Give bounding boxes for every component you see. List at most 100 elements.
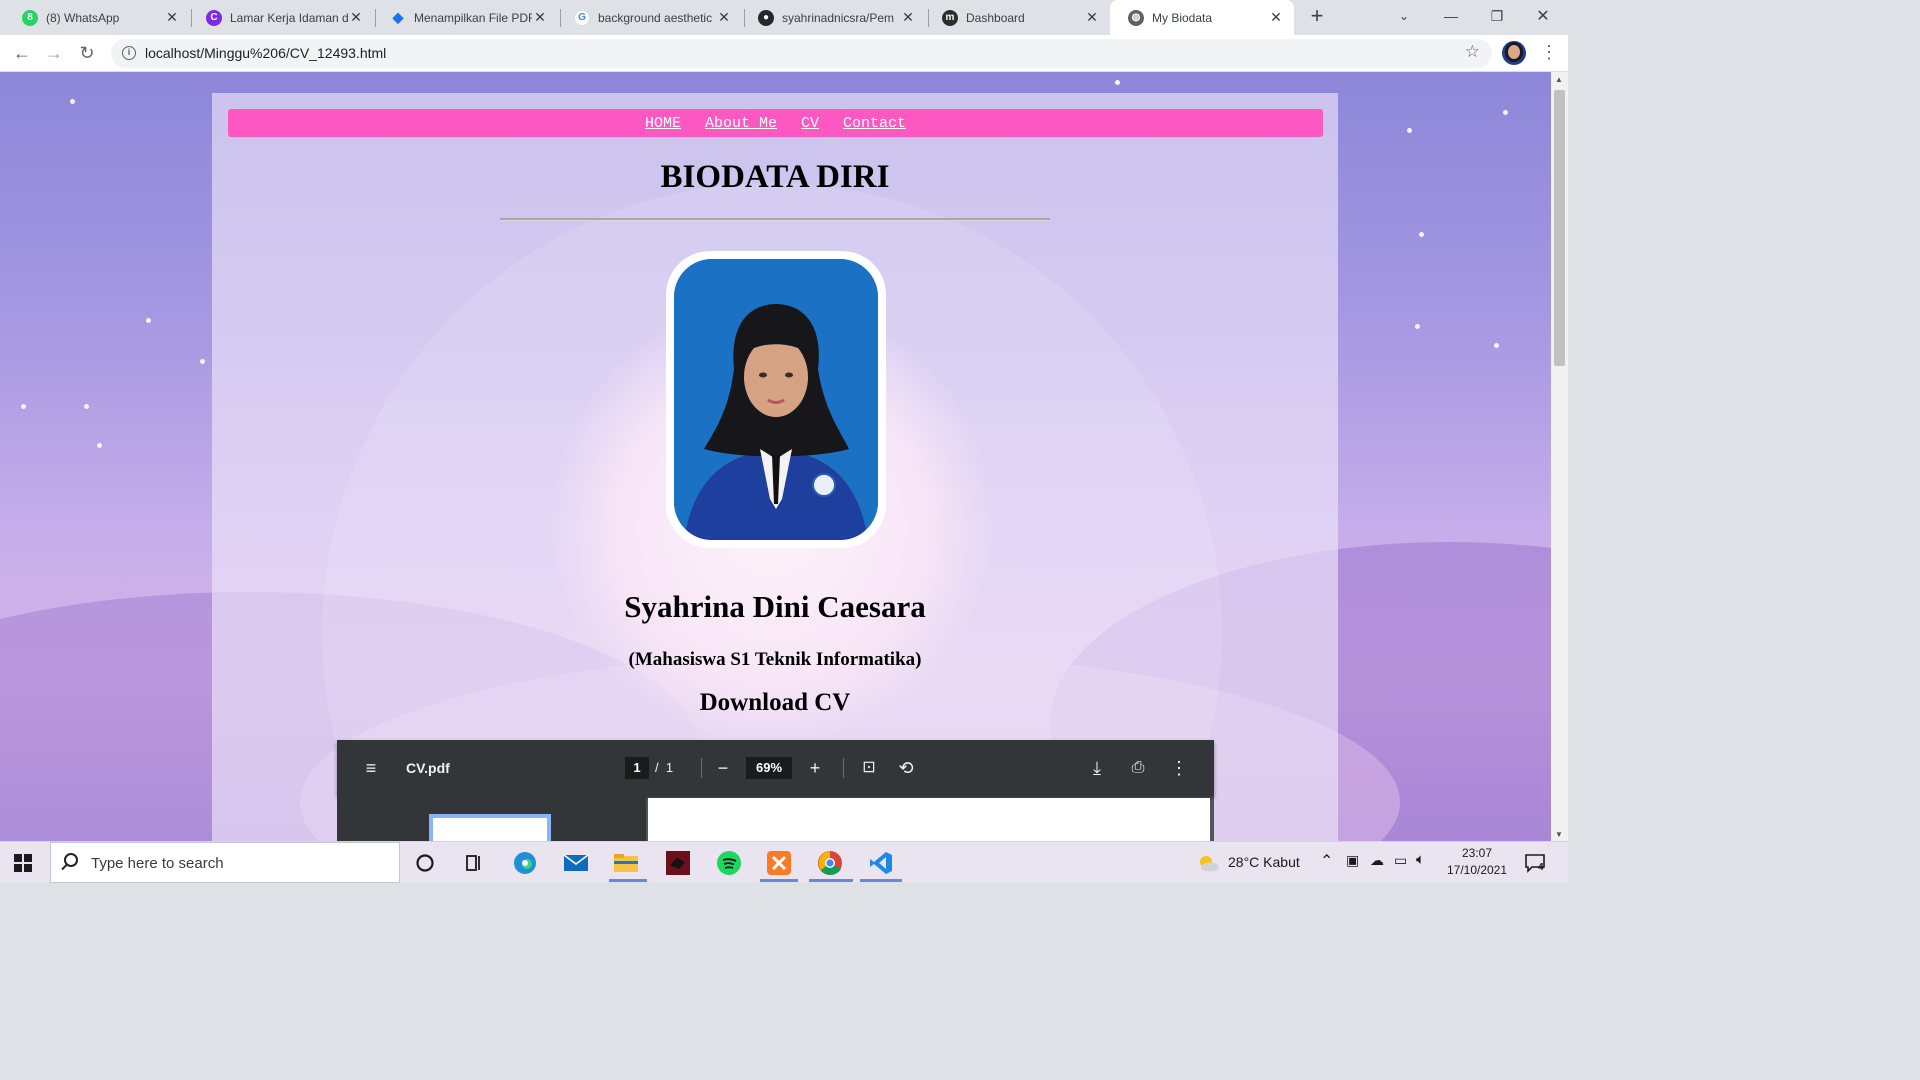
pdf-viewer: ≡ CV.pdf 1 / 1 − 69% + ⊡ ⟲ ⤓ ⎙ ⋮ [337, 740, 1214, 841]
window-close-icon[interactable]: ✕ [1520, 0, 1566, 35]
canva-icon: C [206, 9, 222, 26]
task-view-icon[interactable] [459, 848, 489, 878]
cortana-icon[interactable] [410, 848, 440, 878]
print-icon[interactable]: ⎙ [1126, 756, 1150, 780]
hamburger-menu-icon[interactable]: ≡ [359, 756, 383, 780]
vscode-icon[interactable] [866, 848, 896, 878]
scrollbar-thumb[interactable] [1554, 90, 1565, 366]
star [21, 404, 26, 409]
code-brackets-icon: ◆ [392, 9, 404, 25]
spotify-icon[interactable] [714, 848, 744, 878]
zoom-in-icon[interactable]: + [803, 756, 827, 780]
file-explorer-icon[interactable] [611, 848, 641, 878]
scroll-down-icon[interactable]: ▼ [1555, 830, 1563, 839]
nav-link-cv[interactable]: CV [801, 115, 819, 132]
tab-dashboard[interactable]: m Dashboard ✕ [924, 0, 1110, 35]
star [1407, 128, 1412, 133]
site-info-icon[interactable]: i [122, 46, 136, 60]
mail-icon[interactable] [561, 848, 591, 878]
notification-center-icon[interactable]: 4 [1520, 848, 1552, 878]
profile-avatar[interactable] [1502, 41, 1526, 65]
close-icon[interactable]: ✕ [1268, 9, 1284, 26]
download-icon[interactable]: ⤓ [1085, 756, 1109, 780]
url-text[interactable]: localhost/Minggu%206/CV_12493.html [145, 45, 386, 61]
minimize-icon[interactable]: — [1428, 0, 1474, 35]
pdf-thumbnail-sidebar [337, 796, 646, 841]
star [1419, 232, 1424, 237]
tab-title: syahrinadnicsra/Pem [782, 10, 895, 25]
page-scrollbar[interactable]: ▲ ▼ [1551, 72, 1568, 841]
forward-arrow-icon[interactable]: → [41, 41, 67, 67]
close-icon[interactable]: ✕ [164, 9, 180, 26]
globe-icon: ◍ [1128, 9, 1144, 26]
browser-menu-icon[interactable]: ⋮ [1540, 41, 1558, 65]
meet-now-icon[interactable]: ▣ [1346, 852, 1359, 869]
tab-title: My Biodata [1152, 10, 1213, 25]
close-icon[interactable]: ✕ [716, 9, 732, 26]
fit-to-page-icon[interactable]: ⊡ [857, 756, 881, 780]
tab-canva[interactable]: C Lamar Kerja Idaman di ✕ [188, 0, 374, 35]
close-icon[interactable]: ✕ [900, 9, 916, 26]
rotate-icon[interactable]: ⟲ [894, 756, 918, 780]
pdf-page-thumbnail[interactable] [429, 814, 551, 841]
total-pages: 1 [665, 760, 674, 775]
pdf-zoom-input[interactable]: 69% [746, 757, 792, 779]
close-icon[interactable]: ✕ [348, 9, 364, 26]
star [200, 359, 205, 364]
notification-count: 4 [1538, 862, 1544, 873]
bookmark-star-icon[interactable]: ☆ [1465, 42, 1480, 62]
tab-google-search[interactable]: G background aesthetic ✕ [556, 0, 742, 35]
search-icon [64, 853, 78, 867]
restore-icon[interactable]: ❐ [1474, 0, 1520, 35]
address-bar[interactable]: i localhost/Minggu%206/CV_12493.html ☆ [111, 39, 1492, 68]
tab-github[interactable]: ● syahrinadnicsra/Pem ✕ [740, 0, 926, 35]
scroll-up-icon[interactable]: ▲ [1555, 75, 1563, 84]
tab-pdf-article[interactable]: ◆ Menampilkan File PDF ✕ [372, 0, 558, 35]
reload-icon[interactable]: ↻ [74, 41, 100, 67]
chevron-up-icon[interactable]: ⌃ [1320, 851, 1333, 871]
whatsapp-icon: 8 [22, 9, 38, 26]
tab-search-chevron-icon[interactable]: ⌄ [1381, 0, 1427, 35]
page-separator: / [655, 760, 659, 775]
star [97, 443, 102, 448]
nav-link-contact[interactable]: Contact [843, 115, 906, 132]
volume-icon[interactable]: 🔈︎ [1416, 851, 1425, 868]
active-app-indicator [760, 879, 798, 882]
download-cv-heading: Download CV [699, 689, 851, 716]
nav-link-about-me[interactable]: About Me [705, 115, 777, 132]
network-icon[interactable]: ☁ [1370, 852, 1384, 869]
clock-date: 17/10/2021 [1446, 863, 1508, 877]
pdf-page-count: / 1 [655, 760, 673, 775]
new-tab-button[interactable]: + [1304, 4, 1330, 30]
portrait-illustration [674, 259, 878, 540]
tab-my-biodata[interactable]: ◍ My Biodata ✕ [1110, 0, 1294, 35]
tab-title: Menampilkan File PDF [414, 10, 532, 25]
active-app-indicator [809, 879, 853, 882]
back-arrow-icon[interactable]: ← [9, 41, 35, 67]
system-clock[interactable]: 23:07 17/10/2021 [1442, 845, 1512, 879]
weather-text[interactable]: 28°C Kabut [1228, 854, 1300, 870]
clock-time: 23:07 [1461, 846, 1493, 860]
tab-whatsapp[interactable]: 8 (8) WhatsApp ✕ [4, 0, 190, 35]
zoom-out-icon[interactable]: − [711, 756, 735, 780]
close-icon[interactable]: ✕ [532, 9, 548, 26]
taskbar-search[interactable]: Type here to search [50, 842, 400, 883]
navigation-menu: HOME About Me CV Contact [228, 109, 1323, 137]
pdf-toolbar: ≡ CV.pdf 1 / 1 − 69% + ⊡ ⟲ ⤓ ⎙ ⋮ [337, 740, 1214, 796]
nav-link-home[interactable]: HOME [645, 115, 681, 132]
weather-icon[interactable] [1193, 848, 1223, 878]
pdf-filename: CV.pdf [406, 760, 450, 776]
close-icon[interactable]: ✕ [1084, 9, 1100, 26]
xampp-icon[interactable] [764, 848, 794, 878]
star [1503, 110, 1508, 115]
battery-icon[interactable]: ▭ [1394, 852, 1407, 869]
edge-icon[interactable] [510, 848, 540, 878]
ide-app-icon[interactable] [663, 848, 693, 878]
more-options-icon[interactable]: ⋮ [1167, 756, 1191, 780]
chrome-icon[interactable] [815, 848, 845, 878]
github-icon: ● [758, 9, 774, 26]
pdf-page-input[interactable]: 1 [625, 757, 649, 779]
person-name: Syahrina Dini Caesara [624, 589, 926, 624]
search-placeholder[interactable]: Type here to search [91, 855, 224, 872]
windows-start-icon[interactable] [14, 854, 32, 872]
